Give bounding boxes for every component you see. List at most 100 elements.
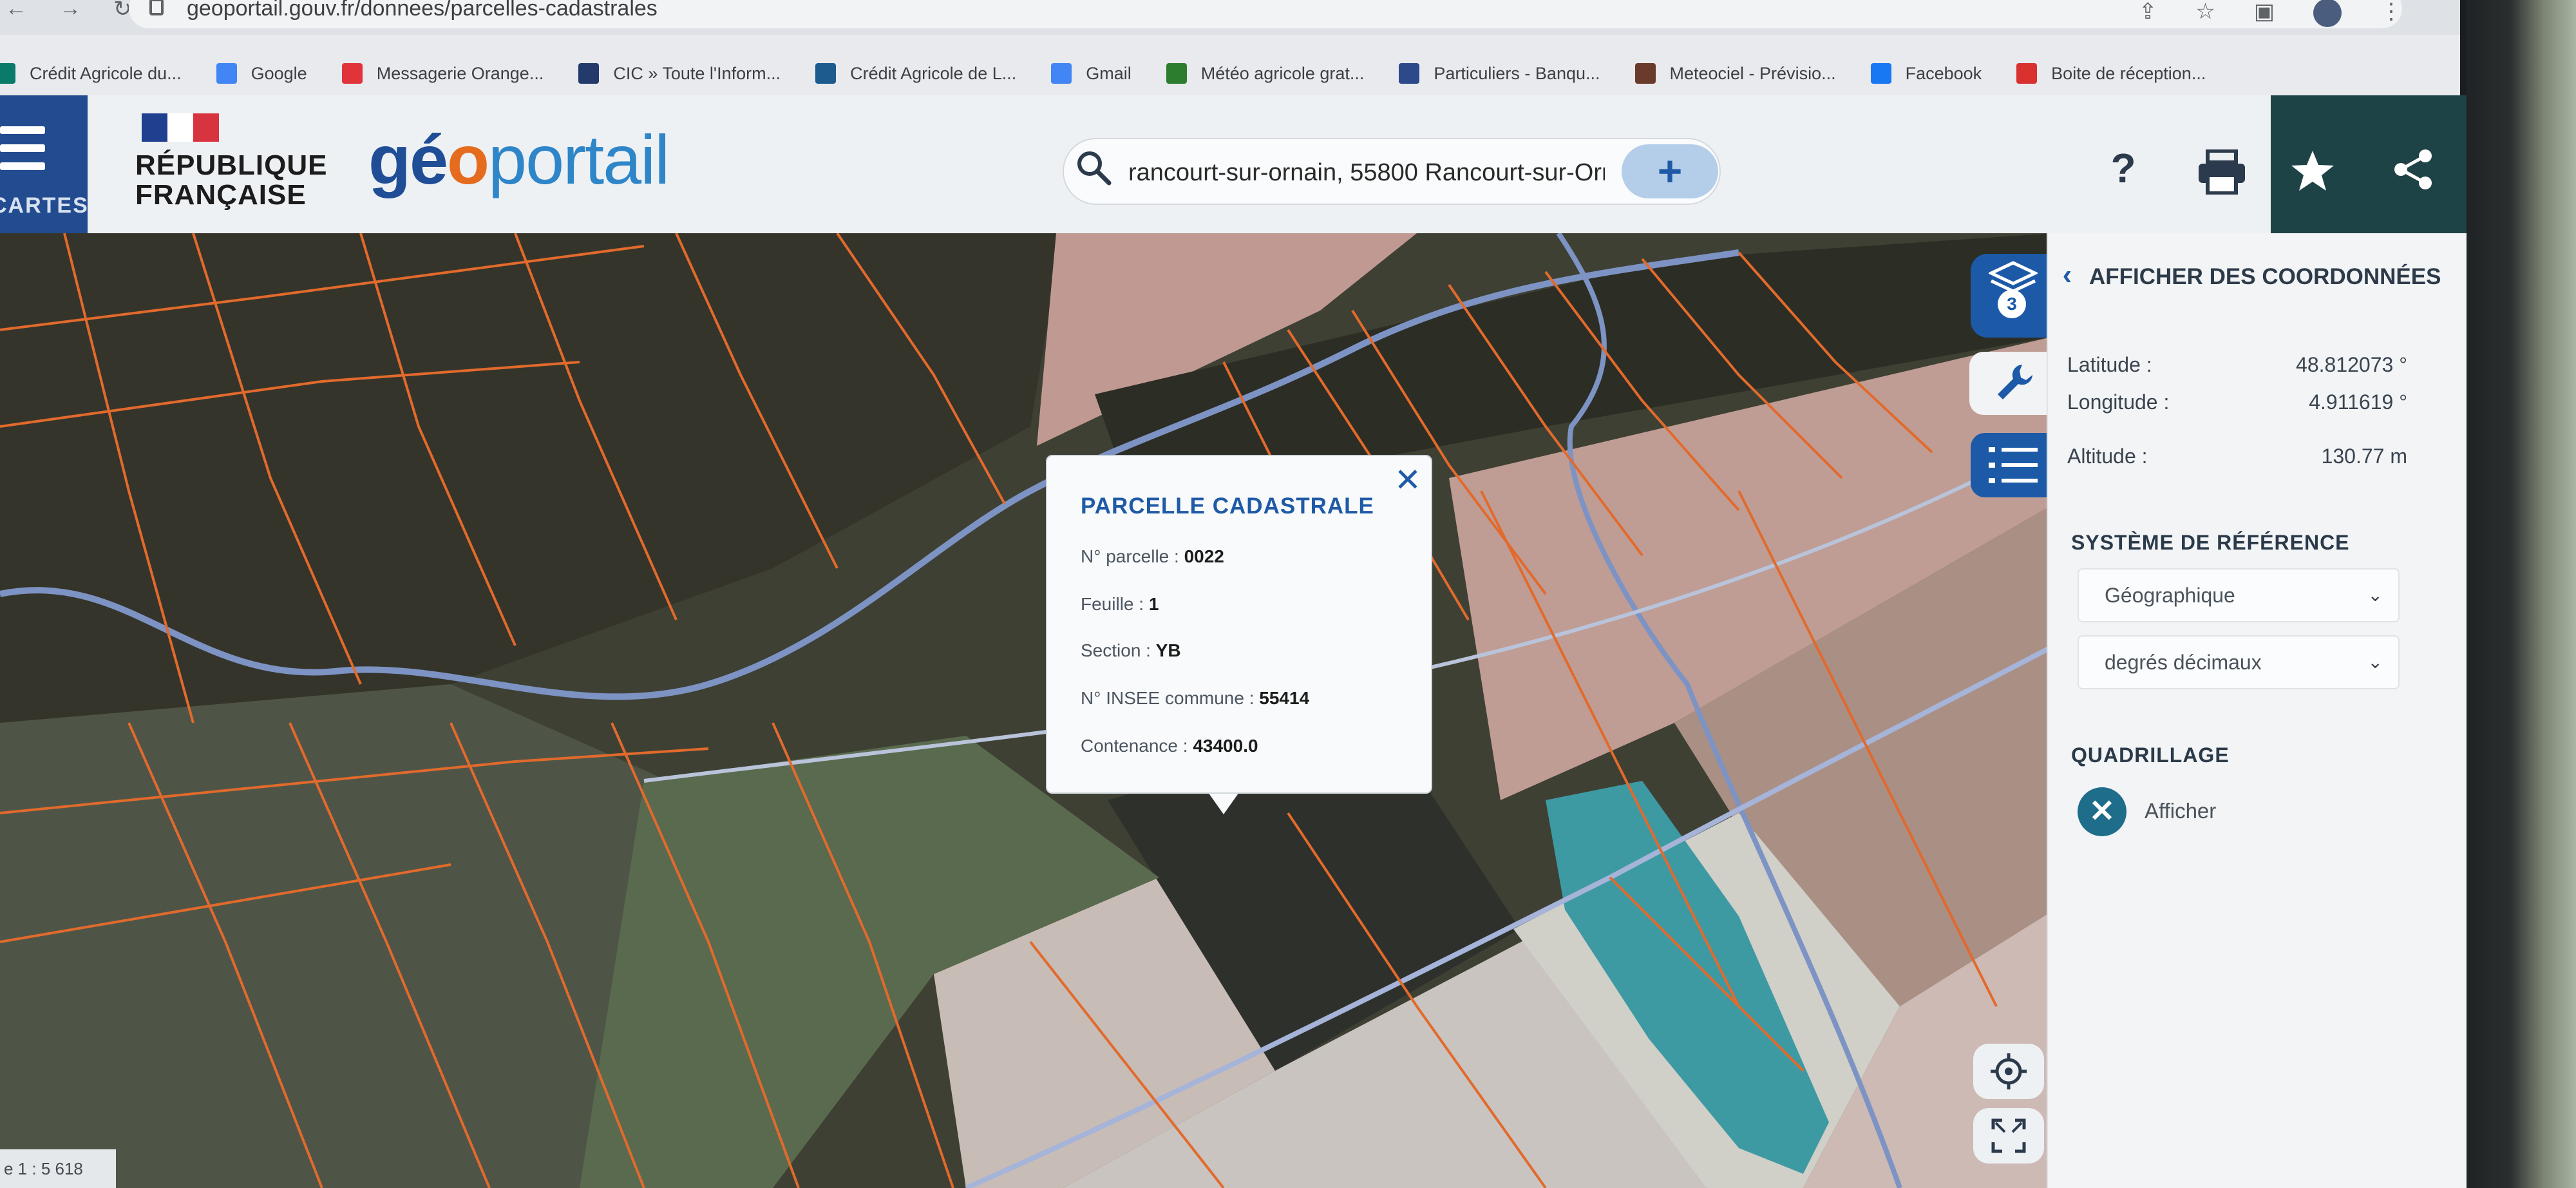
layers-count-badge: 3 [1998, 290, 2026, 318]
header-actions-zone [2271, 95, 2467, 233]
grid-title: QUADRILLAGE [2071, 743, 2230, 767]
wrench-icon [1998, 365, 2032, 399]
menu-bar-icon [0, 144, 45, 152]
credit-agricole-icon [0, 63, 15, 84]
cadastral-parcel-popup: ✕ PARCELLE CADASTRALE N° parcelle : 0022… [1046, 455, 1432, 794]
back-icon[interactable]: ← [5, 0, 27, 22]
bookmark-item[interactable]: CIC » Toute l'Inform... [578, 63, 781, 84]
forward-icon[interactable]: → [59, 0, 81, 22]
more-menu-icon[interactable]: ⋮ [2380, 0, 2402, 27]
bookmark-label: Meteociel - Prévisio... [1669, 63, 1836, 83]
longitude-label: Longitude : [2067, 390, 2170, 414]
google-icon [1051, 63, 1072, 84]
bookmark-item[interactable]: Meteociel - Prévisio... [1634, 63, 1836, 84]
geoportail-logo[interactable]: géoportail [368, 120, 670, 198]
aerial-imagery [0, 233, 2054, 1188]
chevron-down-icon: ⌄ [2367, 585, 2383, 605]
bookmark-label: Particuliers - Banqu... [1434, 63, 1600, 83]
reference-system-select[interactable]: Géographique ⌄ [2078, 568, 2400, 622]
grid-toggle-label[interactable]: Afficher [2145, 799, 2216, 823]
bookmark-label: Google [251, 63, 307, 83]
menu-bar-icon [0, 162, 45, 170]
mail-icon [2016, 63, 2038, 84]
marianne-flag-icon [142, 113, 219, 142]
popup-title: PARCELLE CADASTRALE [1081, 493, 1374, 519]
row-label: Feuille : [1081, 594, 1149, 614]
orange-icon [341, 63, 363, 84]
maps-menu-button[interactable]: CARTES [0, 95, 88, 233]
bookmark-item[interactable]: Boite de réception... [2016, 63, 2206, 84]
popup-close-button[interactable]: ✕ [1392, 464, 1423, 496]
bookmark-item[interactable]: Crédit Agricole de L... [815, 63, 1016, 84]
share-icon[interactable] [2391, 147, 2436, 192]
bookmark-label: Messagerie Orange... [376, 63, 544, 83]
print-icon[interactable] [2196, 149, 2248, 195]
coordinates-panel: ‹ AFFICHER DES COORDONNÉES Latitude : 48… [2047, 233, 2467, 1188]
popup-pointer [1208, 792, 1239, 814]
bookmarks-bar: Crédit Agricole du... Google Messagerie Or… [0, 54, 2460, 93]
meteociel-icon [1634, 63, 1656, 84]
url-text[interactable]: geoportail.gouv.fr/donnees/parcelles-cad… [187, 0, 658, 21]
meteo-icon [1166, 63, 1187, 84]
legend-button[interactable] [1971, 433, 2054, 497]
panel-title: AFFICHER DES COORDONNÉES [2089, 264, 2441, 289]
row-value: 1 [1148, 594, 1159, 614]
panel-back-button[interactable]: ‹ [2054, 261, 2080, 290]
cic-icon [578, 63, 600, 84]
popup-row-feuille: Feuille : 1 [1081, 594, 1159, 615]
bookmark-item[interactable]: Météo agricole grat... [1166, 63, 1364, 84]
map-scale: e 1 : 5 618 [0, 1149, 116, 1188]
latitude-label: Latitude : [2067, 353, 2152, 376]
browser-chrome: ← → ↻ geoportail.gouv.fr/donnees/parcell… [0, 0, 2460, 95]
bookmark-label: Gmail [1086, 63, 1132, 83]
banque-icon [1399, 63, 1420, 84]
reference-system-value: Géographique [2105, 584, 2235, 607]
row-label: Contenance : [1081, 736, 1193, 756]
credit-agricole-icon [815, 63, 837, 84]
profile-avatar[interactable] [2313, 0, 2342, 27]
bookmark-item[interactable]: Particuliers - Banqu... [1399, 63, 1600, 84]
search-add-button[interactable]: + [1622, 144, 1718, 198]
brand-o: o [447, 120, 489, 198]
bookmark-item[interactable]: Crédit Agricole du... [0, 63, 182, 84]
share-page-icon[interactable]: ⇪ [2139, 0, 2157, 27]
monitor-bezel [2467, 0, 2576, 1188]
popup-row-contenance: Contenance : 43400.0 [1081, 736, 1258, 756]
search-icon[interactable] [1074, 148, 1113, 187]
fullscreen-button[interactable] [1973, 1108, 2044, 1164]
reference-system-title: SYSTÈME DE RÉFÉRENCE [2071, 531, 2350, 554]
brand-portail: portail [488, 120, 670, 198]
search-input[interactable] [1128, 155, 1605, 191]
sidebar-icon[interactable]: ▣ [2254, 0, 2275, 27]
popup-row-parcelle: N° parcelle : 0022 [1081, 546, 1224, 567]
bookmark-item[interactable]: Google [216, 63, 307, 84]
help-button[interactable]: ? [2101, 144, 2146, 196]
geolocate-button[interactable] [1973, 1044, 2044, 1099]
row-label: Section : [1081, 640, 1156, 660]
popup-row-section: Section : YB [1081, 640, 1181, 661]
unit-value: degrés décimaux [2105, 651, 2262, 674]
bookmark-label: CIC » Toute l'Inform... [613, 63, 781, 83]
tools-button[interactable] [1969, 352, 2054, 415]
row-value: 43400.0 [1193, 736, 1258, 756]
altitude-value: 130.77 m [2321, 445, 2407, 468]
longitude-value: 4.911619 ° [2309, 390, 2407, 414]
republique-francaise-logo[interactable]: RÉPUBLIQUE FRANÇAISE [135, 113, 328, 210]
browser-actions: ⇪ ☆ ▣ ⋮ [2139, 0, 2402, 27]
favorite-star-icon[interactable] [2290, 148, 2335, 193]
rf-line-2: FRANÇAISE [135, 179, 307, 211]
row-value: 55414 [1259, 688, 1310, 708]
layers-button[interactable]: 3 [1971, 254, 2054, 338]
lock-icon[interactable] [149, 0, 164, 15]
menu-bar-icon [0, 126, 45, 134]
row-value: 0022 [1184, 546, 1224, 566]
brand-geo: gé [368, 120, 448, 198]
bookmark-star-icon[interactable]: ☆ [2195, 0, 2215, 27]
row-label: N° parcelle : [1081, 546, 1184, 566]
unit-select[interactable]: degrés décimaux ⌄ [2078, 635, 2400, 689]
bookmark-item[interactable]: Messagerie Orange... [341, 63, 544, 84]
bookmark-item[interactable]: Facebook [1870, 63, 1982, 84]
map-view[interactable]: ✕ PARCELLE CADASTRALE N° parcelle : 0022… [0, 233, 2054, 1188]
grid-toggle-icon[interactable]: ✕ [2078, 787, 2126, 836]
bookmark-item[interactable]: Gmail [1051, 63, 1132, 84]
